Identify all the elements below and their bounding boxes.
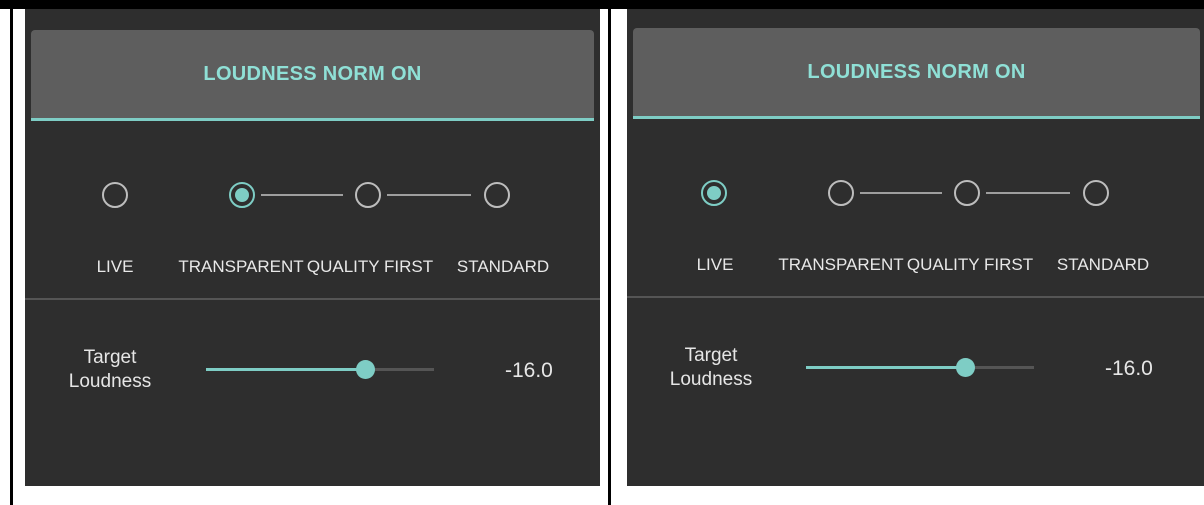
loudness-norm-toggle-button[interactable]: LOUDNESS NORM ON [633, 28, 1200, 119]
target-loudness-label: Target Loudness [50, 346, 170, 394]
target-loudness-slider-thumb[interactable] [956, 358, 975, 377]
target-loudness-slider-thumb[interactable] [356, 360, 375, 379]
mode-connector-line [860, 192, 942, 194]
target-loudness-value: -16.0 [1105, 357, 1153, 380]
target-label-line1: Target [83, 347, 137, 368]
mode-selector: LIVE TRANSPARENT QUALITY FIRST STANDARD [25, 159, 600, 299]
mode-radio-quality-first[interactable] [954, 180, 980, 206]
section-divider [25, 298, 600, 300]
mode-radio-quality-first[interactable] [355, 182, 381, 208]
mode-connector-line [387, 194, 471, 196]
mode-label-standard: STANDARD [1056, 255, 1150, 274]
loudness-panel-left: LOUDNESS NORM ON LIVE TRANSPARENT QUALIT… [25, 9, 600, 486]
target-loudness-slider-fill [806, 366, 966, 369]
section-divider [627, 296, 1204, 298]
mode-label-quality-first: QUALITY FIRST [906, 255, 1034, 274]
target-loudness-label: Target Loudness [651, 344, 771, 392]
mode-radio-live[interactable] [102, 182, 128, 208]
mode-label-transparent: TRANSPARENT [778, 255, 904, 274]
mode-label-quality-first: QUALITY FIRST [306, 257, 434, 276]
mode-radio-transparent[interactable] [828, 180, 854, 206]
target-loudness-value: -16.0 [505, 359, 553, 382]
target-label-line2: Loudness [68, 371, 152, 392]
target-label-line1: Target [684, 345, 738, 366]
frame-left-border [10, 0, 13, 505]
mode-radio-transparent[interactable] [229, 182, 255, 208]
frame-top-border [0, 0, 1204, 9]
loudness-norm-toggle-button[interactable]: LOUDNESS NORM ON [31, 30, 594, 121]
mode-radio-standard[interactable] [1083, 180, 1109, 206]
mode-label-standard: STANDARD [456, 257, 550, 276]
target-loudness-slider-fill [206, 368, 366, 371]
mode-label-live: LIVE [96, 257, 134, 276]
mode-connector-line [261, 194, 343, 196]
mode-label-live: LIVE [696, 255, 734, 274]
mode-selector: LIVE TRANSPARENT QUALITY FIRST STANDARD [627, 157, 1204, 297]
target-label-line2: Loudness [669, 369, 753, 390]
screenshot-divider [608, 8, 611, 505]
mode-radio-live[interactable] [701, 180, 727, 206]
mode-connector-line [986, 192, 1070, 194]
mode-radio-standard[interactable] [484, 182, 510, 208]
loudness-panel-right: LOUDNESS NORM ON LIVE TRANSPARENT QUALIT… [627, 9, 1204, 486]
mode-label-transparent: TRANSPARENT [178, 257, 304, 276]
